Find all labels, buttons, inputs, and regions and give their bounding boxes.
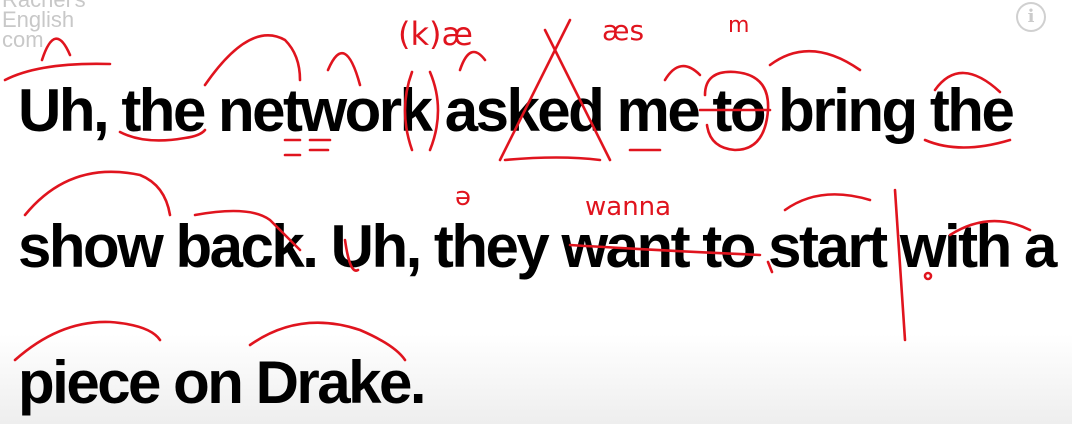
info-button[interactable]: i — [1016, 2, 1046, 32]
ink-note-schwa: ə — [455, 182, 471, 212]
watermark-line-3: com — [2, 27, 44, 52]
ink-note-k: (k)æ — [398, 15, 473, 53]
info-icon: i — [1027, 6, 1035, 27]
ink-arc-bring — [768, 49, 862, 72]
ink-note-ash: æs — [602, 14, 644, 47]
ink-arc-show — [23, 170, 172, 217]
watermark-logo: Rachel's English com — [2, 0, 86, 52]
caption-line-2: show back. Uh, they want to start with a — [18, 213, 1057, 280]
caption-line-3: piece on Drake. — [18, 349, 427, 416]
caption-line-1: Uh, the network asked me to bring the — [18, 77, 1015, 144]
ink-underline-asked — [503, 156, 602, 162]
ink-arc-start — [783, 193, 872, 212]
ink-arc-asked — [458, 50, 487, 72]
ink-note-m: m — [728, 13, 749, 38]
